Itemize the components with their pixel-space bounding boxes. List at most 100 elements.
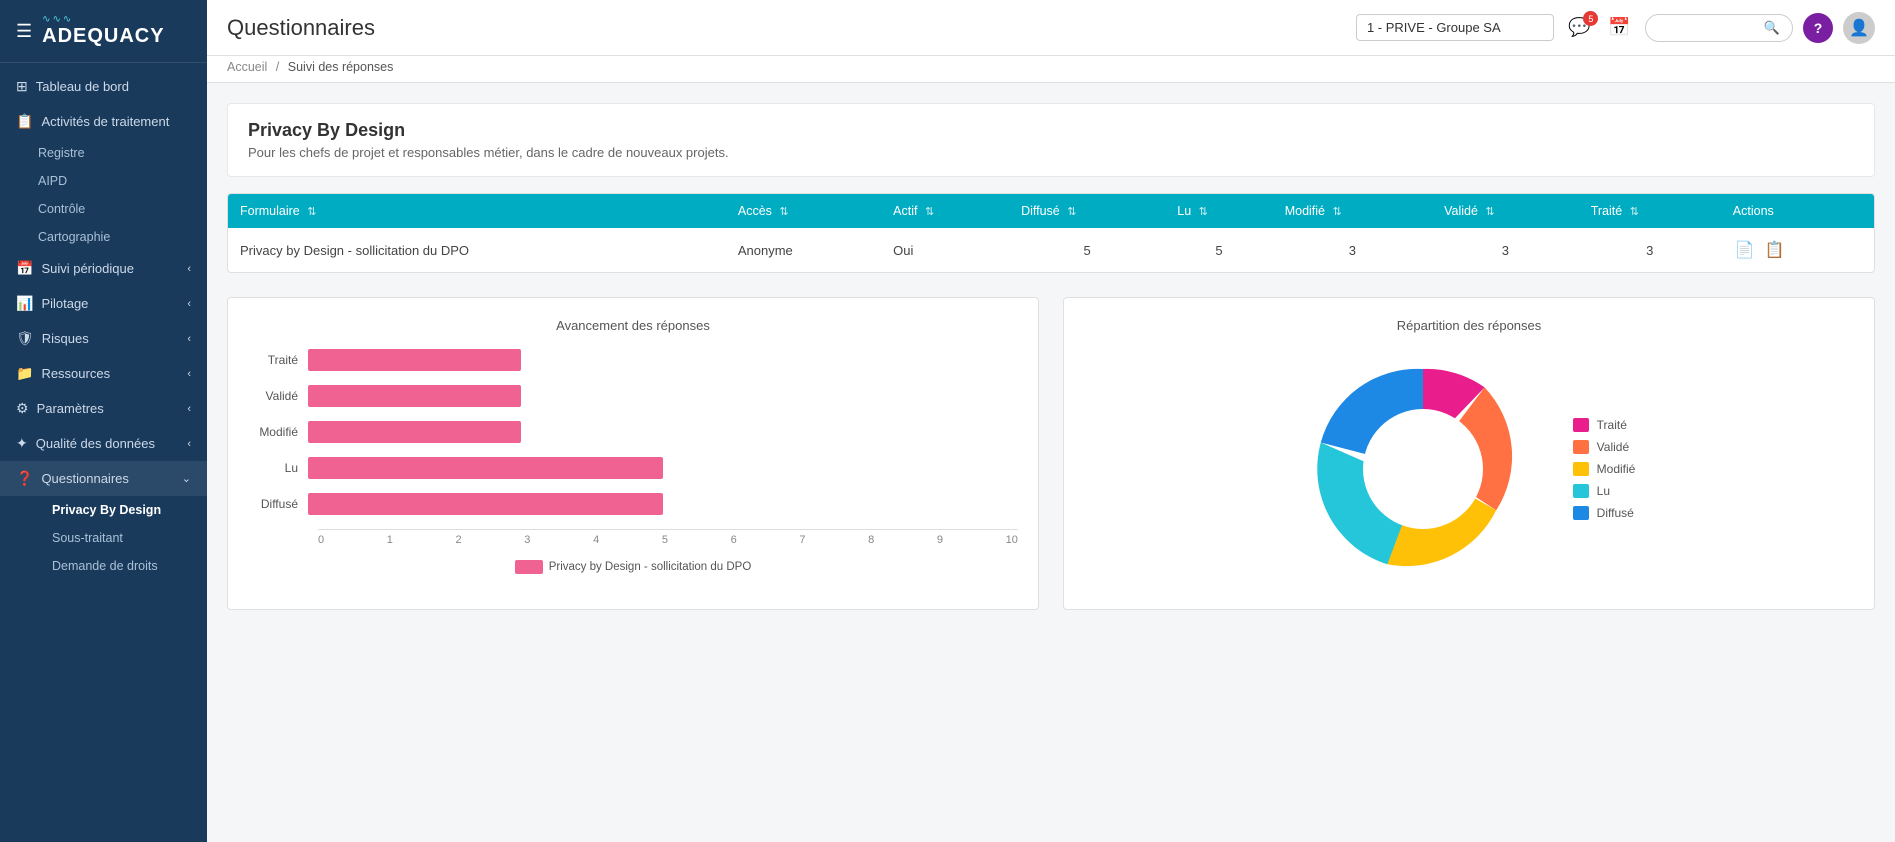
cell-valide: 3: [1432, 228, 1579, 272]
calendar-icon: 📅: [1608, 17, 1630, 37]
cell-modifie: 3: [1273, 228, 1432, 272]
donut-hole: [1363, 409, 1483, 529]
bar-fill: [308, 493, 663, 515]
search-input[interactable]: [1658, 20, 1758, 35]
legend-label-diffuse: Diffusé: [1597, 506, 1634, 520]
sidebar-item-suivi-periodique[interactable]: 📅 Suivi périodique ‹: [0, 251, 207, 286]
hamburger-icon[interactable]: ☰: [16, 21, 32, 42]
help-button[interactable]: ?: [1803, 13, 1833, 43]
user-avatar-button[interactable]: 👤: [1843, 12, 1875, 44]
legend-label-modifie: Modifié: [1597, 462, 1636, 476]
col-traite[interactable]: Traité ⇅: [1579, 194, 1721, 228]
bar-fill: [308, 421, 521, 443]
action-icons-group: 📄 📋: [1733, 238, 1862, 262]
chevron-icon: ‹: [187, 403, 191, 415]
sort-icon: ⇅: [307, 206, 316, 218]
col-modifie[interactable]: Modifié ⇅: [1273, 194, 1432, 228]
cell-lu: 5: [1165, 228, 1272, 272]
pilotage-icon: 📊: [16, 295, 33, 312]
logo-text: ADEQUACY: [42, 25, 164, 48]
cell-actions: 📄 📋: [1721, 228, 1874, 272]
sidebar-item-qualite-des-donnees[interactable]: ✦ Qualité des données ‹: [0, 426, 207, 461]
bar-fill: [308, 385, 521, 407]
table-row: Privacy by Design - sollicitation du DPO…: [228, 228, 1874, 272]
x-axis: 0 1 2 3 4 5 6 7 8 9 10: [318, 529, 1018, 546]
legend-label-traite: Traité: [1597, 418, 1627, 432]
sort-icon: ⇅: [1199, 206, 1208, 218]
sort-icon: ⇅: [1485, 206, 1494, 218]
cell-actif: Oui: [881, 228, 1009, 272]
avatar-icon: 👤: [1849, 18, 1869, 38]
sidebar-item-pilotage[interactable]: 📊 Pilotage ‹: [0, 286, 207, 321]
bar-row-lu: Lu: [248, 457, 1018, 479]
calendar-icon: 📅: [16, 260, 33, 277]
col-actif[interactable]: Actif ⇅: [881, 194, 1009, 228]
resources-icon: 📁: [16, 365, 33, 382]
logo: ∿∿∿ ADEQUACY: [42, 14, 164, 48]
sidebar-sub-controle[interactable]: Contrôle: [0, 195, 207, 223]
bar-row-valide: Validé: [248, 385, 1018, 407]
risks-icon: 🛡: [16, 330, 34, 347]
dashboard-icon: ⊞: [16, 78, 28, 95]
view-action-button[interactable]: 📄: [1733, 238, 1757, 262]
breadcrumb-separator: /: [276, 60, 279, 74]
sidebar-sub-demande-de-droits[interactable]: Demande de droits: [0, 552, 207, 580]
sidebar-item-activites-de-traitement[interactable]: 📋 Activités de traitement: [0, 104, 207, 139]
chevron-icon: ‹: [187, 263, 191, 275]
sort-icon: ⇅: [925, 206, 934, 218]
chevron-icon: ‹: [187, 298, 191, 310]
legend-swatch-lu: [1573, 484, 1589, 498]
sidebar-item-questionnaires[interactable]: ❓ Questionnaires ⌄: [0, 461, 207, 496]
sidebar-item-tableau-de-bord[interactable]: ⊞ Tableau de bord: [0, 69, 207, 104]
donut-chart-title: Répartition des réponses: [1084, 318, 1854, 333]
topbar-right: 💬 5 📅 🔍 ? 👤: [1356, 12, 1875, 44]
legend-item-traite: Traité: [1573, 418, 1636, 432]
col-diffuse[interactable]: Diffusé ⇅: [1009, 194, 1165, 228]
sidebar-item-ressources[interactable]: 📁 Ressources ‹: [0, 356, 207, 391]
topbar: Questionnaires 💬 5 📅 🔍 ? 👤: [207, 0, 1895, 56]
sidebar-item-parametres[interactable]: ⚙ Paramètres ‹: [0, 391, 207, 426]
bar-track: [308, 349, 1018, 371]
cell-traite: 3: [1579, 228, 1721, 272]
sidebar-item-risques[interactable]: 🛡 Risques ‹: [0, 321, 207, 356]
legend-item-valide: Validé: [1573, 440, 1636, 454]
col-valide[interactable]: Validé ⇅: [1432, 194, 1579, 228]
questionnaires-icon: ❓: [16, 470, 33, 487]
donut-legend: Traité Validé Modifié Lu: [1573, 418, 1636, 520]
legend-swatch-modifie: [1573, 462, 1589, 476]
bar-label: Traité: [248, 353, 308, 367]
bar-track: [308, 493, 1018, 515]
chevron-icon: ‹: [187, 368, 191, 380]
legend-swatch-traite: [1573, 418, 1589, 432]
charts-row: Avancement des réponses Traité Validé: [227, 297, 1875, 610]
col-formulaire[interactable]: Formulaire ⇅: [228, 194, 726, 228]
sidebar-sub-cartographie[interactable]: Cartographie: [0, 223, 207, 251]
legend-label-lu: Lu: [1597, 484, 1610, 498]
copy-action-button[interactable]: 📋: [1763, 238, 1787, 262]
bar-fill: [308, 349, 521, 371]
breadcrumb-home[interactable]: Accueil: [227, 60, 267, 74]
sidebar-sub-registre[interactable]: Registre: [0, 139, 207, 167]
search-icon: 🔍: [1764, 20, 1780, 36]
bar-label: Modifié: [248, 425, 308, 439]
cell-diffuse: 5: [1009, 228, 1165, 272]
col-lu[interactable]: Lu ⇅: [1165, 194, 1272, 228]
responses-table-container: Formulaire ⇅ Accès ⇅ Actif ⇅ Diffusé: [227, 193, 1875, 273]
sidebar-sub-aipd[interactable]: AIPD: [0, 167, 207, 195]
col-acces[interactable]: Accès ⇅: [726, 194, 881, 228]
calendar-button[interactable]: 📅: [1604, 13, 1634, 42]
cell-acces: Anonyme: [726, 228, 881, 272]
notifications-button[interactable]: 💬 5: [1564, 13, 1594, 42]
legend-label-valide: Validé: [1597, 440, 1629, 454]
bar-label: Diffusé: [248, 497, 308, 511]
content-area: Privacy By Design Pour les chefs de proj…: [207, 83, 1895, 842]
quality-icon: ✦: [16, 435, 28, 452]
bar-chart-card: Avancement des réponses Traité Validé: [227, 297, 1039, 610]
page-title-header: Questionnaires: [227, 15, 1344, 41]
chevron-icon: ‹: [187, 333, 191, 345]
legend-swatch-valide: [1573, 440, 1589, 454]
donut-container: Traité Validé Modifié Lu: [1084, 349, 1854, 589]
sidebar-sub-privacy-by-design[interactable]: Privacy By Design: [0, 496, 207, 524]
org-selector[interactable]: [1356, 14, 1554, 41]
sidebar-sub-sous-traitant[interactable]: Sous-traitant: [0, 524, 207, 552]
